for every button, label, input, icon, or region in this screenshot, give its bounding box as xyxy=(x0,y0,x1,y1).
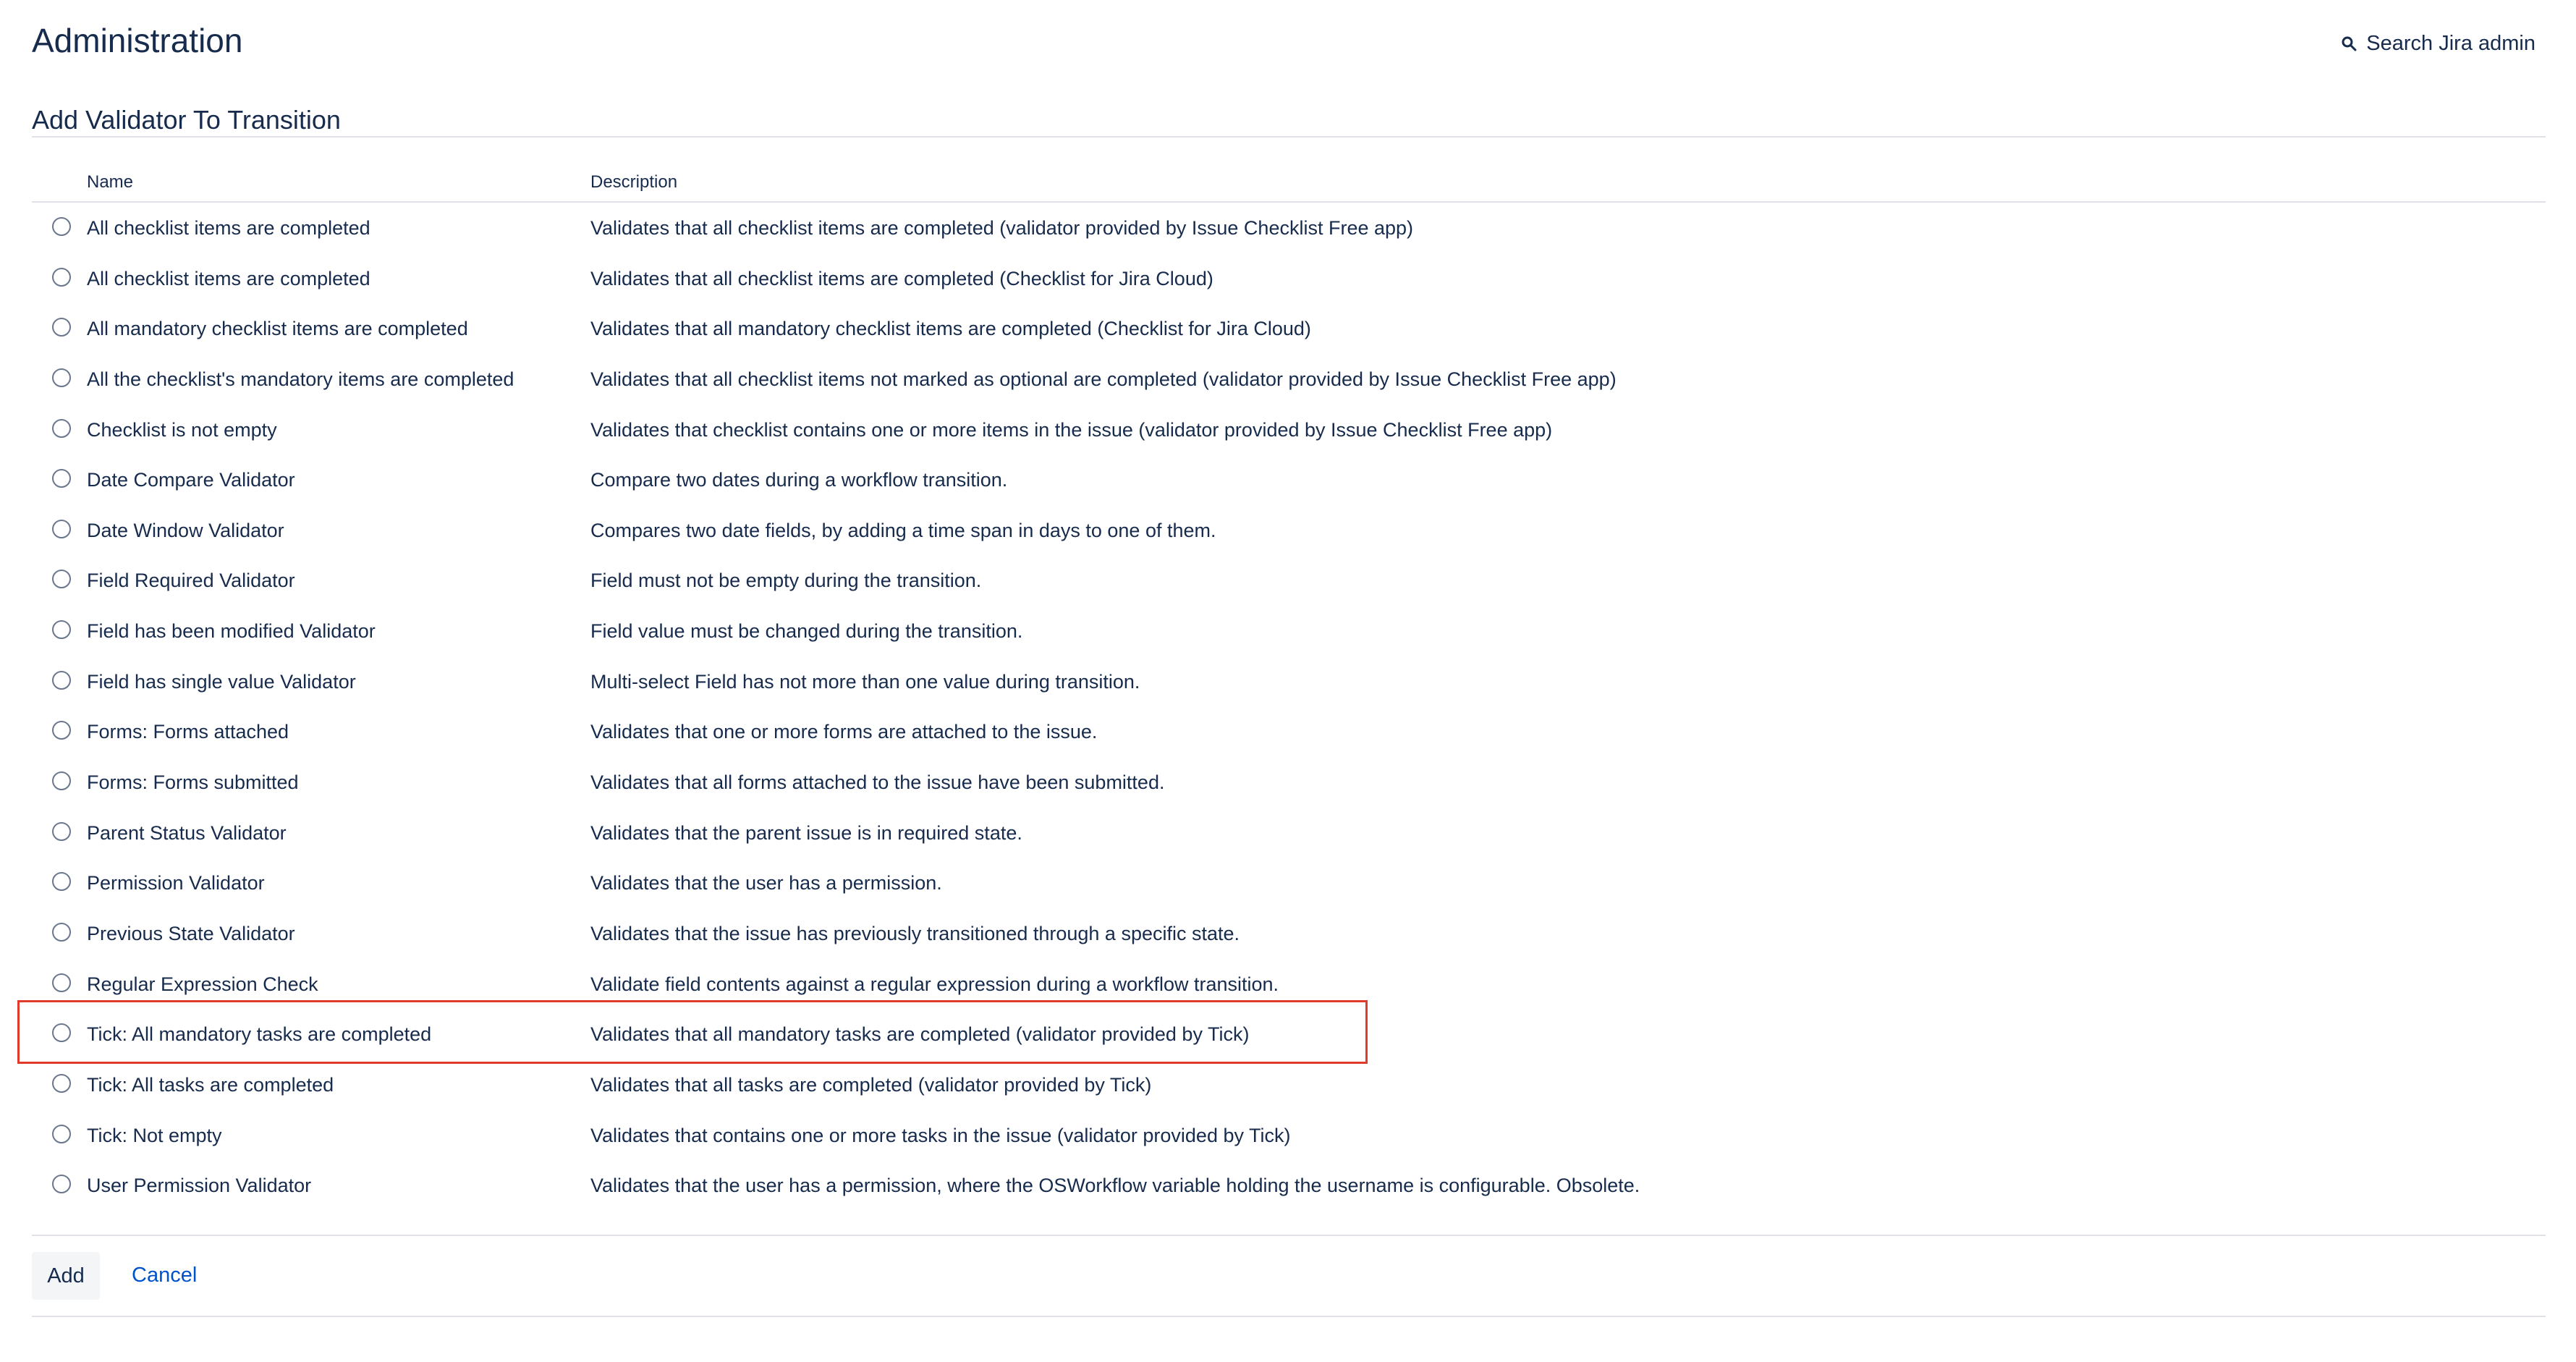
validator-name: All checklist items are completed xyxy=(87,217,370,239)
validator-description: Validates that the user has a permission… xyxy=(590,872,942,894)
table-row[interactable]: Field has single value Validator Multi-se… xyxy=(32,656,2546,707)
validator-description: Compares two date fields, by adding a ti… xyxy=(590,519,1216,541)
search-icon xyxy=(2342,36,2357,51)
validator-description: Validates that the issue has previously … xyxy=(590,922,1240,944)
validator-name: Date Compare Validator xyxy=(87,469,295,491)
validator-radio[interactable] xyxy=(52,368,71,387)
validator-radio[interactable] xyxy=(52,872,71,892)
validator-radio[interactable] xyxy=(52,670,71,690)
validator-radio[interactable] xyxy=(52,418,71,438)
table-header: Name Description xyxy=(32,164,2546,203)
table-row[interactable]: Tick: All tasks are completed Validates t… xyxy=(32,1059,2546,1110)
validator-name: Checklist is not empty xyxy=(87,418,277,441)
validator-description: Validates that one or more forms are att… xyxy=(590,721,1098,743)
validator-name: Regular Expression Check xyxy=(87,973,318,995)
column-header-name: Name xyxy=(87,172,134,192)
validator-name: Forms: Forms attached xyxy=(87,721,289,743)
validator-name: Tick: All mandatory tasks are completed xyxy=(87,1023,432,1046)
validator-radio[interactable] xyxy=(52,620,71,640)
table-row[interactable]: Regular Expression Check Validate field c… xyxy=(32,959,2546,1010)
validator-description: Field must not be empty during the trans… xyxy=(590,570,982,592)
validator-description: Validates that all checklist items not m… xyxy=(590,368,1617,390)
cancel-link[interactable]: Cancel xyxy=(132,1264,197,1287)
validator-description: Validates that contains one or more task… xyxy=(590,1124,1291,1146)
column-header-description: Description xyxy=(590,172,678,192)
validator-radio[interactable] xyxy=(52,469,71,488)
search-jira-admin-button[interactable]: Search Jira admin xyxy=(2340,26,2535,61)
validator-radio[interactable] xyxy=(52,973,71,992)
table-row[interactable]: All mandatory checklist items are comple… xyxy=(32,303,2546,354)
validator-name: Permission Validator xyxy=(87,872,265,894)
validator-description: Validates that the user has a permission… xyxy=(590,1175,1640,1197)
table-row[interactable]: All the checklist's mandatory items are … xyxy=(32,354,2546,405)
table-row[interactable]: Forms: Forms submitted Validates that all… xyxy=(32,757,2546,808)
validator-description: Validates that all checklist items are c… xyxy=(590,217,1414,239)
table-row[interactable]: Date Compare Validator Compare two dates … xyxy=(32,454,2546,505)
table-row[interactable]: Parent Status Validator Validates that th… xyxy=(32,808,2546,858)
validator-description: Validates that all tasks are completed (… xyxy=(590,1073,1152,1096)
table-row[interactable]: Forms: Forms attached Validates that one … xyxy=(32,706,2546,757)
validator-name: Tick: All tasks are completed xyxy=(87,1073,334,1096)
validator-description: Validates that checklist contains one or… xyxy=(590,418,1553,441)
validator-description: Validates that all mandatory tasks are c… xyxy=(590,1023,1250,1046)
validator-name: Parent Status Validator xyxy=(87,821,287,844)
validator-radio[interactable] xyxy=(52,570,71,589)
validator-name: Field has single value Validator xyxy=(87,670,356,693)
validator-name: All the checklist's mandatory items are … xyxy=(87,368,514,390)
validator-description: Validates that all mandatory checklist i… xyxy=(590,318,1311,340)
validator-name: All checklist items are completed xyxy=(87,267,370,289)
validator-description: Multi-select Field has not more than one… xyxy=(590,670,1140,693)
table-row[interactable]: All checklist items are completed Validat… xyxy=(32,203,2546,253)
table-body: All checklist items are completed Validat… xyxy=(32,203,2546,1211)
validator-radio[interactable] xyxy=(52,922,71,942)
validator-name: Forms: Forms submitted xyxy=(87,771,299,794)
validator-name: Field has been modified Validator xyxy=(87,620,376,643)
validator-description: Compare two dates during a workflow tran… xyxy=(590,469,1008,491)
validator-description: Validates that all forms attached to the… xyxy=(590,771,1165,794)
validator-name: Date Window Validator xyxy=(87,519,284,541)
section-title: Add Validator To Transition xyxy=(32,105,341,135)
validator-description: Field value must be changed during the t… xyxy=(590,620,1023,643)
table-row[interactable]: Tick: All mandatory tasks are completed V… xyxy=(32,1009,2546,1059)
actions-divider xyxy=(32,1235,2546,1236)
validator-radio[interactable] xyxy=(52,721,71,740)
validator-description: Validates that the parent issue is in re… xyxy=(590,821,1022,844)
validator-radio[interactable] xyxy=(52,217,71,236)
table-row[interactable]: Tick: Not empty Validates that contains o… xyxy=(32,1110,2546,1161)
validator-name: Previous State Validator xyxy=(87,922,295,944)
table-row[interactable]: Previous State Validator Validates that t… xyxy=(32,908,2546,959)
table-row[interactable]: Checklist is not empty Validates that che… xyxy=(32,405,2546,455)
page-title: Administration xyxy=(32,22,243,59)
validator-description: Validates that all checklist items are c… xyxy=(590,267,1213,289)
validator-name: User Permission Validator xyxy=(87,1175,312,1197)
validator-radio[interactable] xyxy=(52,1023,71,1043)
validator-name: All mandatory checklist items are comple… xyxy=(87,318,468,340)
table-row[interactable]: All checklist items are completed Validat… xyxy=(32,253,2546,304)
validator-description: Validate field contents against a regula… xyxy=(590,973,1279,995)
validator-radio[interactable] xyxy=(52,1073,71,1093)
table-row[interactable]: User Permission Validator Validates that … xyxy=(32,1160,2546,1211)
validator-name: Tick: Not empty xyxy=(87,1124,222,1146)
section-divider xyxy=(32,136,2546,138)
validator-radio[interactable] xyxy=(52,318,71,337)
validator-radio[interactable] xyxy=(52,267,71,287)
table-row[interactable]: Field Required Validator Field must not b… xyxy=(32,555,2546,606)
validator-radio[interactable] xyxy=(52,519,71,538)
add-button[interactable]: Add xyxy=(32,1252,100,1300)
table-row[interactable]: Permission Validator Validates that the u… xyxy=(32,858,2546,908)
validator-radio[interactable] xyxy=(52,821,71,841)
validator-radio[interactable] xyxy=(52,771,71,791)
validators-table: Name Description All checklist items are… xyxy=(32,164,2546,1211)
table-row[interactable]: Date Window Validator Compares two date f… xyxy=(32,505,2546,556)
validator-radio[interactable] xyxy=(52,1175,71,1194)
search-jira-admin-label: Search Jira admin xyxy=(2366,31,2535,55)
validator-radio[interactable] xyxy=(52,1124,71,1143)
footer-divider xyxy=(32,1316,2546,1317)
table-row[interactable]: Field has been modified Validator Field v… xyxy=(32,606,2546,656)
validator-name: Field Required Validator xyxy=(87,570,295,592)
